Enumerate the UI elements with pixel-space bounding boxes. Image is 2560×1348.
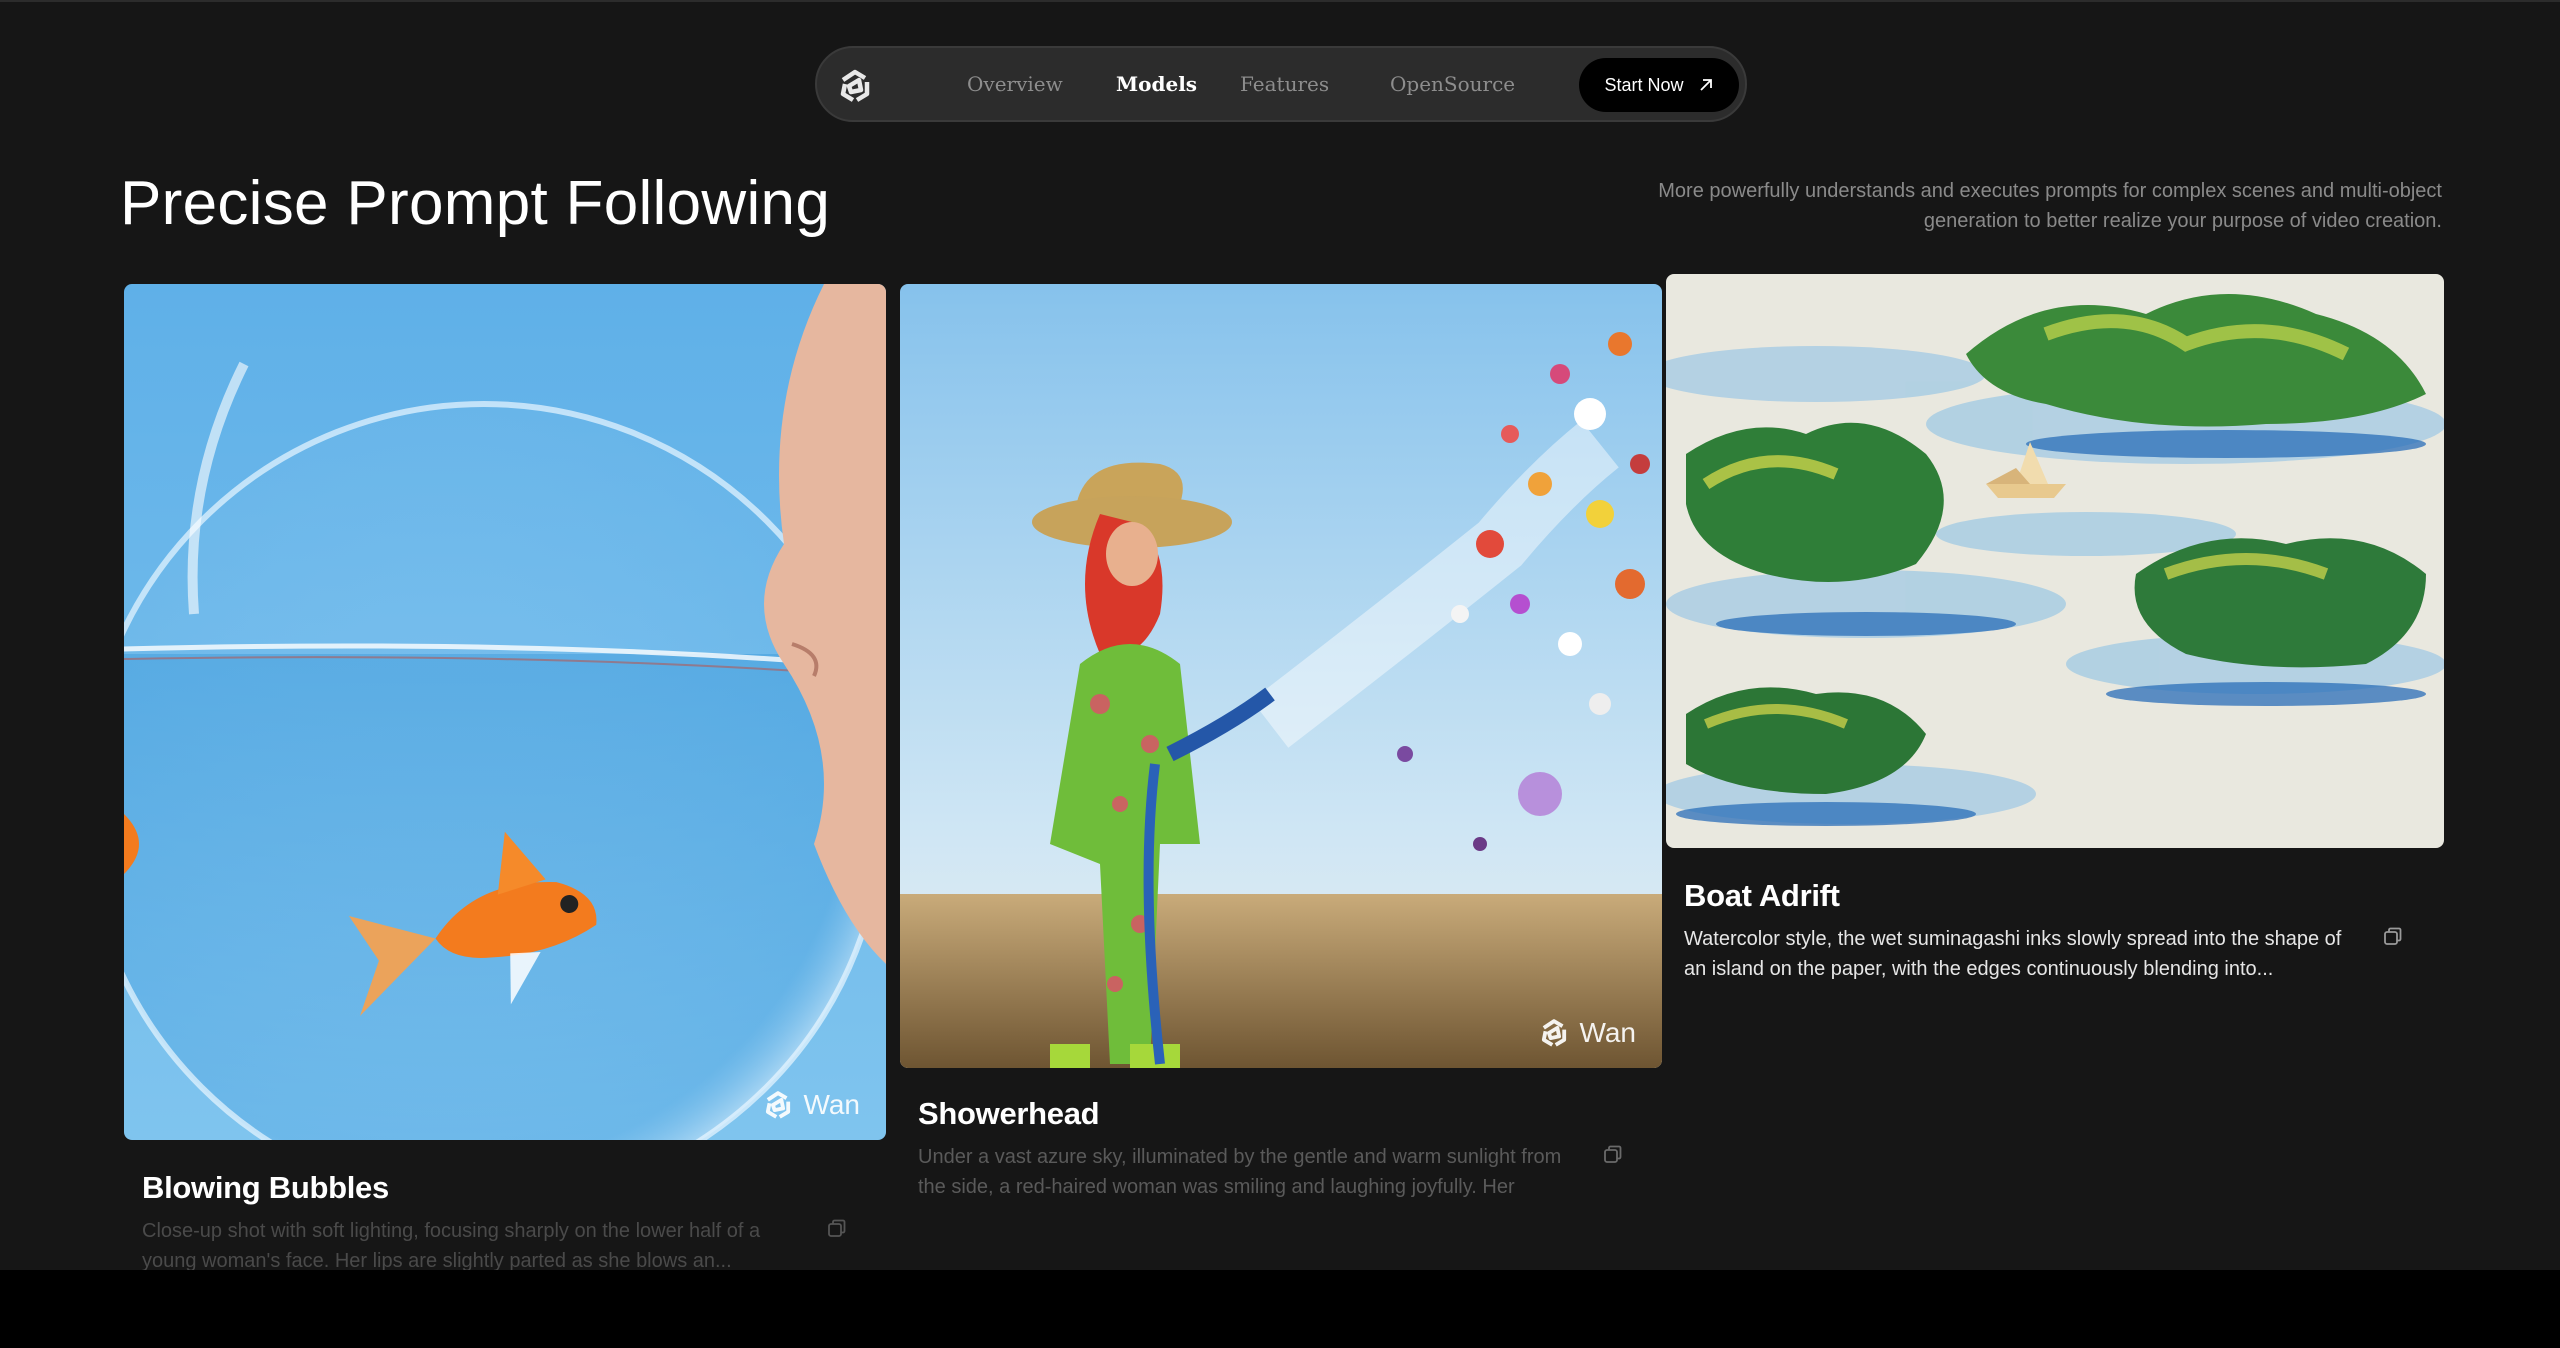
card-boat-adrift[interactable]: Boat Adrift Watercolor style, the wet su…: [1666, 274, 2444, 980]
watermark-text: Wan: [803, 1089, 860, 1120]
wan-logo-icon: [1542, 1019, 1567, 1047]
watermark: Wan: [761, 1088, 860, 1122]
nav-overview[interactable]: Overview: [967, 72, 1063, 96]
card-image[interactable]: Wan: [124, 284, 886, 1140]
nav-models[interactable]: Models: [1116, 72, 1197, 96]
card-title: Showerhead: [918, 1096, 1100, 1131]
section-title: Precise Prompt Following: [120, 169, 831, 238]
watermark-text: Wan: [1579, 1017, 1636, 1048]
card-title: Boat Adrift: [1684, 878, 1840, 913]
section-description: More powerfully understands and executes…: [1658, 180, 2442, 232]
card-image[interactable]: [1666, 274, 2444, 848]
card-description: Watercolor style, the wet suminagashi in…: [1684, 928, 2342, 980]
wan-logo-icon[interactable]: [833, 64, 877, 108]
arrow-up-right-icon: [1699, 79, 1712, 91]
card-blowing-bubbles[interactable]: Wan Blowing Bubbles Close-up shot with s…: [124, 284, 886, 1270]
wan-logo-icon: [766, 1091, 791, 1119]
card-description: Close-up shot with soft lighting, focusi…: [142, 1220, 761, 1270]
copy-icon[interactable]: [1602, 1144, 1624, 1166]
card-showerhead[interactable]: Wan Showerhead Under a vast azure sky, i…: [900, 284, 1662, 1198]
page: Overview Models Features OpenSource Star…: [0, 0, 2560, 1270]
bubble-scene-image: [124, 284, 886, 1140]
copy-icon[interactable]: [826, 1218, 848, 1240]
top-nav: Overview Models Features OpenSource Star…: [815, 46, 1747, 122]
showerhead-scene-image: [900, 284, 1662, 1068]
card-image[interactable]: Wan: [900, 284, 1662, 1068]
start-now-button[interactable]: Start Now: [1579, 58, 1739, 112]
start-now-label: Start Now: [1604, 74, 1684, 95]
copy-icon[interactable]: [2382, 926, 2404, 948]
watermark: Wan: [1537, 1016, 1636, 1050]
card-description: Under a vast azure sky, illuminated by t…: [918, 1146, 1562, 1198]
bottom-bar: [0, 1270, 2560, 1348]
boat-adrift-scene-image: [1666, 274, 2444, 848]
card-title: Blowing Bubbles: [142, 1170, 389, 1205]
nav-opensource[interactable]: OpenSource: [1390, 72, 1515, 96]
nav-features[interactable]: Features: [1240, 72, 1329, 96]
